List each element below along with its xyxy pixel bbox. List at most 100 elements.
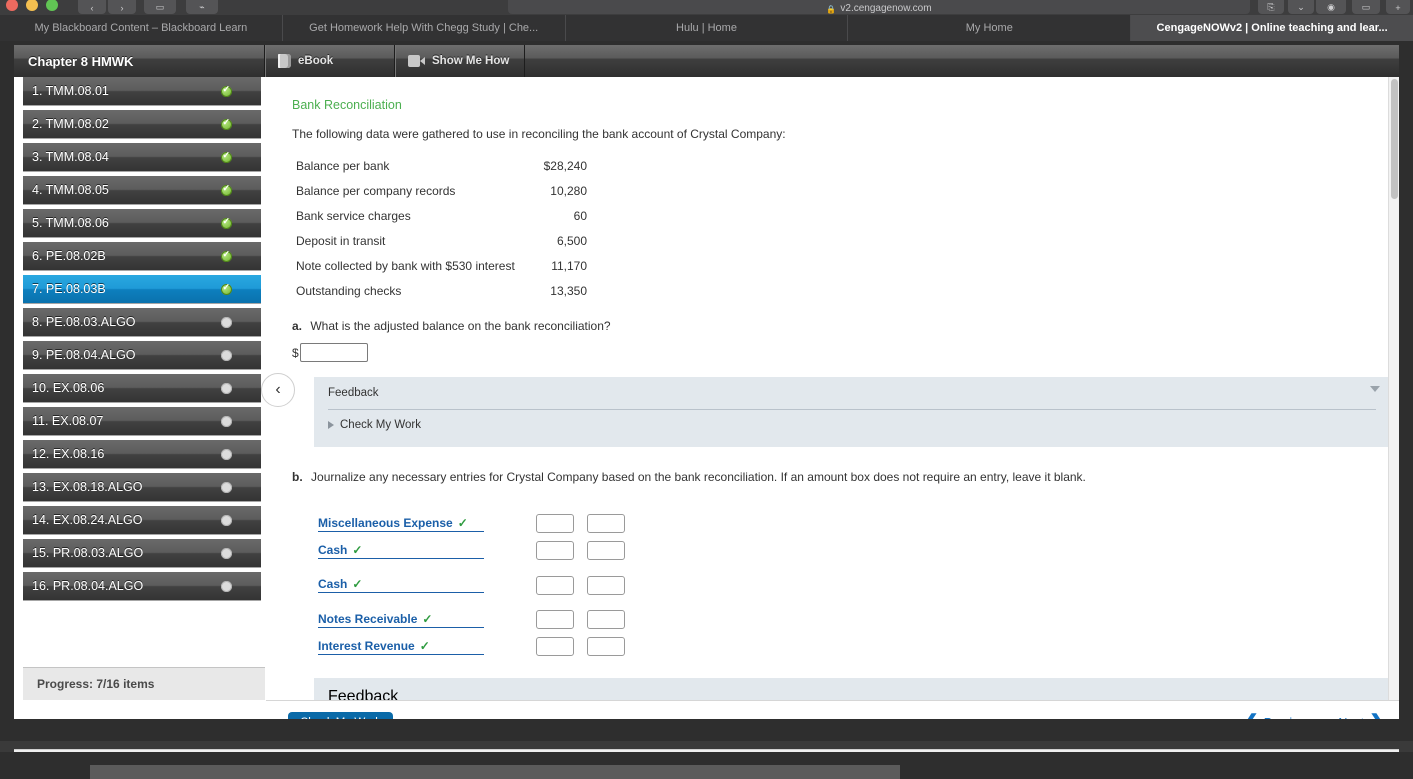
completed-icon (221, 249, 232, 262)
journal-entry-table: Miscellaneous Expense ✓ Cash ✓ Cash ✓ Notes Re… (318, 510, 1362, 660)
sidebar-item-9[interactable]: 9. PE.08.04.ALGO (23, 341, 261, 369)
question-footer-bar: Check My Work ❮ Previous Next ❯ (266, 700, 1399, 719)
fact-label: Note collected by bank with $530 interes… (296, 258, 515, 273)
sidebar-item-12[interactable]: 12. EX.08.16 (23, 440, 261, 468)
sidebar-toggle-button[interactable]: ▭ (144, 0, 176, 14)
sidebar-item-7[interactable]: 7. PE.08.03B (23, 275, 261, 303)
fact-label: Bank service charges (296, 208, 411, 223)
browser-tab-chegg[interactable]: Get Homework Help With Chegg Study | Che… (283, 15, 566, 41)
new-tab-button[interactable]: + (1386, 0, 1410, 14)
debit-input[interactable] (536, 610, 574, 629)
triangle-down-icon[interactable] (1370, 386, 1380, 392)
sidebar-collapse-button[interactable]: ‹ (261, 373, 295, 407)
sidebar-item-5[interactable]: 5. TMM.08.06 (23, 209, 261, 237)
browser-tab-hulu[interactable]: Hulu | Home (566, 15, 849, 41)
sidebar-item-label: 8. PE.08.03.ALGO (32, 315, 136, 329)
cengagenow-app: Chapter 8 HMWK eBook Show Me How 1. TMM.… (14, 45, 1399, 719)
completed-icon (221, 117, 232, 130)
incomplete-icon (221, 448, 232, 460)
scrollbar-thumb[interactable] (1391, 79, 1398, 199)
credit-input[interactable] (587, 514, 625, 533)
sidebar-item-4[interactable]: 4. TMM.08.05 (23, 176, 261, 204)
back-button[interactable]: ‹ (78, 0, 106, 14)
account-selector[interactable]: Notes Receivable ✓ (318, 612, 484, 628)
minimize-window-button[interactable] (26, 0, 38, 11)
check-my-work-expander[interactable]: Check My Work (328, 419, 1376, 431)
share-button[interactable]: ⎘ (1258, 0, 1284, 14)
table-row: Balance per bank $28,240 (292, 153, 587, 178)
incomplete-icon (221, 382, 232, 394)
credit-input[interactable] (587, 575, 625, 595)
book-icon (278, 54, 291, 68)
fact-value: 10,280 (550, 183, 587, 198)
debit-input[interactable] (536, 637, 574, 656)
tab-ebook[interactable]: eBook (265, 45, 395, 77)
credit-input[interactable] (587, 637, 625, 656)
account-name: Notes Receivable (318, 611, 418, 626)
sidebar-item-label: 16. PR.08.04.ALGO (32, 579, 144, 593)
extension-button[interactable]: ◉ (1316, 0, 1346, 14)
browser-tab-myhome[interactable]: My Home (848, 15, 1132, 41)
content-scrollbar[interactable] (1388, 77, 1399, 700)
account-selector[interactable]: Cash ✓ (318, 577, 484, 593)
journal-entry-row: Cash ✓ (318, 537, 1362, 564)
close-window-button[interactable] (6, 0, 18, 11)
browser-viewport: Chapter 8 HMWK eBook Show Me How 1. TMM.… (0, 41, 1413, 779)
tab-show-me-how-label: Show Me How (432, 55, 510, 67)
tab-overview-button[interactable]: ▭ (1352, 0, 1380, 14)
sidebar-item-label: 6. PE.08.02B (32, 249, 106, 263)
sidebar-item-6[interactable]: 6. PE.08.02B (23, 242, 261, 270)
debit-input[interactable] (536, 514, 574, 533)
account-selector[interactable]: Cash ✓ (318, 543, 484, 559)
sidebar-item-label: 9. PE.08.04.ALGO (32, 348, 136, 362)
address-bar[interactable]: 🔒 v2.cengagenow.com (508, 0, 1250, 14)
adjusted-balance-input[interactable] (299, 343, 368, 362)
previous-question-button[interactable]: ❮ Previous (1243, 713, 1313, 719)
sidebar-item-label: 2. TMM.08.02 (32, 117, 109, 131)
question-title: Bank Reconciliation (292, 98, 402, 112)
sidebar-item-16[interactable]: 16. PR.08.04.ALGO (23, 572, 261, 600)
given-data-table: Balance per bank $28,240 Balance per compa… (292, 153, 587, 303)
sidebar-item-15[interactable]: 15. PR.08.03.ALGO (23, 539, 261, 567)
tab-show-me-how[interactable]: Show Me How (395, 45, 525, 77)
account-selector[interactable]: Miscellaneous Expense ✓ (318, 516, 484, 532)
debit-input[interactable] (536, 575, 574, 595)
browser-tab-blackboard[interactable]: My Blackboard Content – Blackboard Learn (0, 15, 283, 41)
sidebar-item-13[interactable]: 13. EX.08.18.ALGO (23, 473, 261, 501)
incomplete-icon (221, 349, 232, 361)
maximize-window-button[interactable] (46, 0, 58, 11)
table-row: Outstanding checks 13,350 (292, 278, 587, 303)
check-icon: ✓ (457, 515, 468, 530)
browser-tab-cengagenow[interactable]: CengageNOWv2 | Online teaching and lear.… (1131, 15, 1413, 41)
feedback-panel-a: Feedback Check My Work (314, 377, 1388, 447)
check-my-work-button[interactable]: Check My Work (288, 712, 393, 719)
reader-view-button[interactable]: ⌁ (186, 0, 218, 14)
forward-button[interactable]: › (108, 0, 136, 14)
part-a-letter: a. (292, 319, 303, 333)
sidebar-item-1[interactable]: 1. TMM.08.01 (23, 77, 261, 105)
account-name: Cash (318, 577, 348, 591)
previous-label: Previous (1264, 716, 1313, 720)
feedback-panel-b: Feedback (314, 678, 1388, 700)
sidebar-item-label: 13. EX.08.18.ALGO (32, 480, 143, 494)
debit-input[interactable] (536, 541, 574, 560)
sidebar-item-11[interactable]: 11. EX.08.07 (23, 407, 261, 435)
sidebar-item-label: 12. EX.08.16 (32, 447, 105, 461)
assignment-item-list[interactable]: 1. TMM.08.01 2. TMM.08.02 3. TMM.08.04 4. T… (23, 77, 265, 667)
sidebar-item-8[interactable]: 8. PE.08.03.ALGO (23, 308, 261, 336)
account-selector[interactable]: Interest Revenue ✓ (318, 639, 484, 655)
next-question-button[interactable]: Next ❯ (1338, 713, 1385, 719)
sidebar-item-10[interactable]: 10. EX.08.06 (23, 374, 261, 402)
sidebar-item-14[interactable]: 14. EX.08.24.ALGO (23, 506, 261, 534)
fact-value: 11,170 (551, 258, 587, 273)
credit-input[interactable] (587, 541, 625, 560)
credit-input[interactable] (587, 610, 625, 629)
sidebar-item-2[interactable]: 2. TMM.08.02 (23, 110, 261, 138)
sidebar-item-3[interactable]: 3. TMM.08.04 (23, 143, 261, 171)
account-name: Cash (318, 542, 348, 557)
fact-value: 6,500 (556, 233, 587, 248)
table-row: Note collected by bank with $530 interes… (292, 253, 587, 278)
journal-entry-row: Interest Revenue ✓ (318, 633, 1362, 660)
check-icon: ✓ (419, 638, 430, 653)
downloads-button[interactable]: ⌄ (1288, 0, 1314, 14)
